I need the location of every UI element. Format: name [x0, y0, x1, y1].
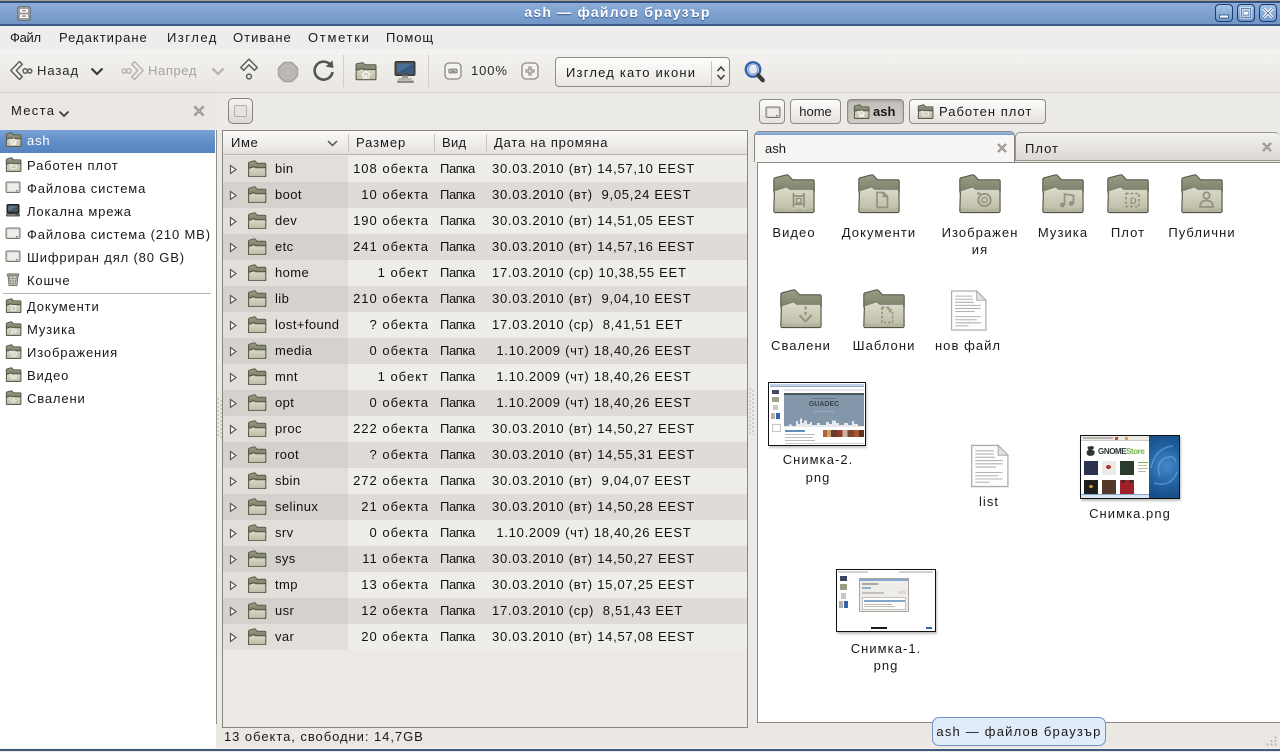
svg-text:D: D	[1130, 196, 1137, 206]
